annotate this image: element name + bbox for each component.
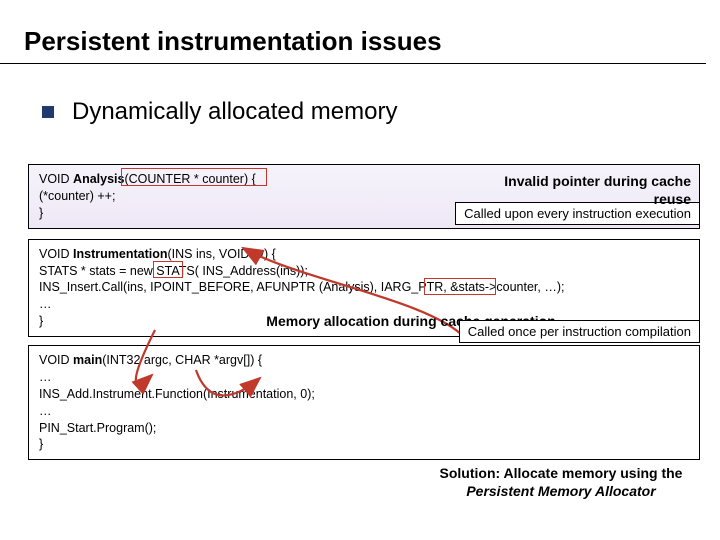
- bullet-square-icon: [42, 106, 54, 118]
- code-line: VOID main(INT32 argc, CHAR *argv[]) {: [39, 352, 689, 369]
- code-line: INS_Add.Instrument.Function(Instrumentat…: [39, 386, 689, 403]
- code-line: INS_Insert.Call(ins, IPOINT_BEFORE, AFUN…: [39, 279, 689, 296]
- code-line: …: [39, 369, 689, 386]
- slide-title: Persistent instrumentation issues: [0, 0, 706, 64]
- highlight-new: [153, 261, 183, 278]
- code-line: }: [39, 205, 449, 222]
- code-main: VOID main(INT32 argc, CHAR *argv[]) { … …: [28, 345, 700, 460]
- callout-mid: Called once per instruction compilation: [459, 320, 700, 343]
- code-line: }: [39, 436, 689, 453]
- code-line: PIN_Start.Program();: [39, 420, 689, 437]
- bullet-row: Dynamically allocated memory: [42, 98, 720, 126]
- bullet-text: Dynamically allocated memory: [72, 98, 397, 126]
- code-line: …: [39, 403, 689, 420]
- code-line: STATS * stats = new STATS( INS_Address(i…: [39, 263, 689, 280]
- highlight-counter-param: [121, 168, 267, 186]
- highlight-iarg: [424, 278, 496, 295]
- code-line: (*counter) ++;: [39, 188, 449, 205]
- code-line: VOID Instrumentation(INS ins, VOID *v) {: [39, 246, 689, 263]
- annotation-invalid-pointer: Invalid pointer during cache reuse: [501, 173, 691, 208]
- code-line: …: [39, 296, 689, 313]
- solution-text: Solution: Allocate memory using the Pers…: [426, 464, 696, 500]
